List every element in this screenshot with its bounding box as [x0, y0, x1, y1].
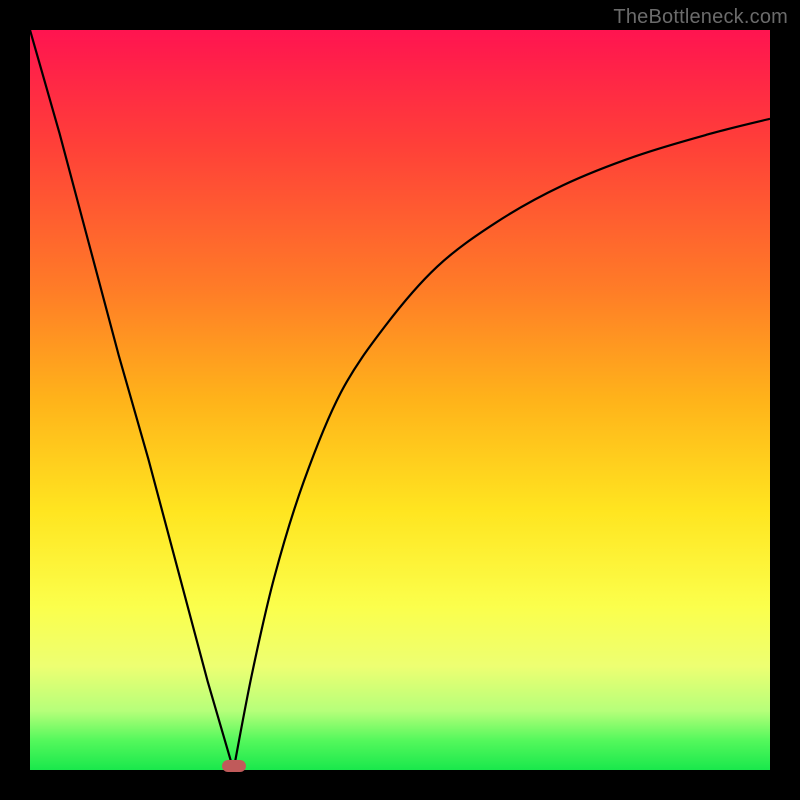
chart-area [30, 30, 770, 770]
optimal-marker [222, 760, 246, 772]
curve-left-branch [30, 30, 234, 770]
bottleneck-curve [30, 30, 770, 770]
watermark-text: TheBottleneck.com [613, 6, 788, 29]
curve-right-branch [234, 119, 771, 770]
